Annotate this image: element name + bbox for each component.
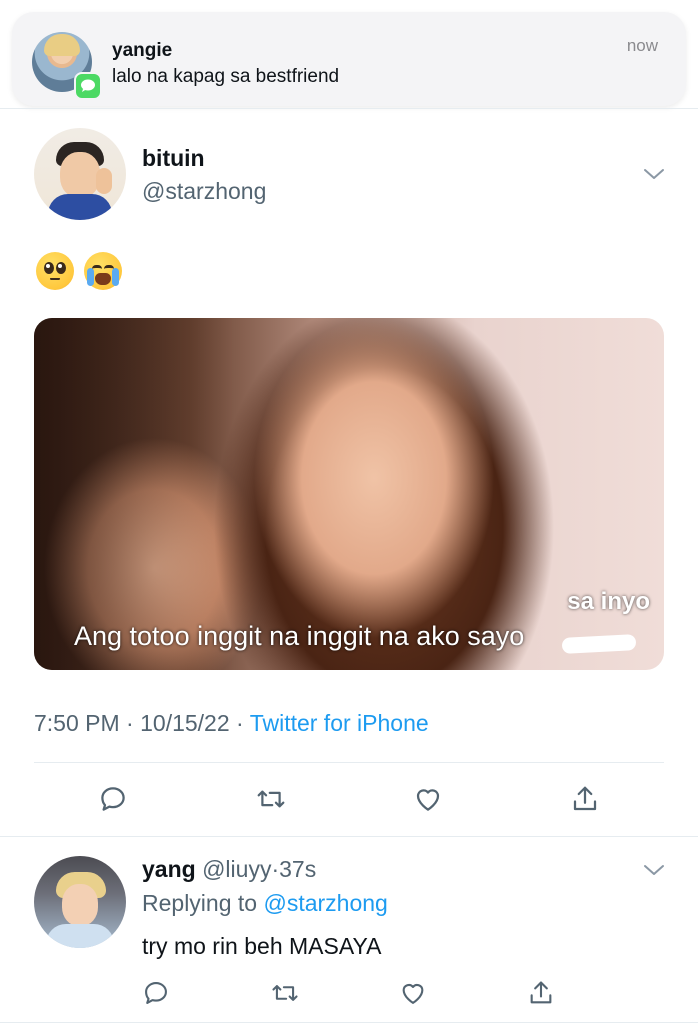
chevron-down-icon[interactable] (642, 164, 666, 189)
reply-icon[interactable] (96, 780, 130, 818)
reply-header: yang @liuyy·37s (142, 856, 316, 883)
divider (0, 836, 698, 837)
crying-face-emoji (84, 252, 122, 290)
share-icon[interactable] (567, 780, 603, 818)
tweet-text (36, 252, 122, 290)
reply-display-name[interactable]: yang (142, 856, 196, 882)
tweet-media-image[interactable]: sa inyo Ang totoo inggit na inggit na ak… (34, 318, 664, 670)
tweet-date: 10/15/22 (140, 710, 230, 736)
replying-prefix: Replying to (142, 890, 258, 916)
chevron-down-icon[interactable] (642, 860, 666, 885)
author-handle[interactable]: @starzhong (142, 178, 266, 205)
author-display-name[interactable]: bituin (142, 145, 205, 172)
replying-to-mention[interactable]: @starzhong (263, 890, 387, 916)
reply-age: 37s (279, 856, 317, 882)
notification-message: lalo na kapag sa bestfriend (112, 66, 340, 87)
notification-banner[interactable]: yangie lalo na kapag sa bestfriend now (12, 12, 686, 106)
reply-handle[interactable]: @liuyy (202, 856, 271, 882)
replying-to-line: Replying to @starzhong (142, 890, 388, 917)
reply-author-avatar[interactable] (34, 856, 126, 948)
media-caption-top: sa inyo (567, 588, 650, 615)
pleading-face-emoji (36, 252, 74, 290)
media-caption: Ang totoo inggit na inggit na ako sayo (74, 621, 525, 651)
author-avatar[interactable] (34, 128, 126, 220)
meta-separator: · (236, 710, 244, 736)
reply-separator: · (271, 856, 280, 882)
heart-icon[interactable] (397, 976, 429, 1010)
notification-time: now (626, 36, 658, 55)
divider (34, 762, 664, 763)
divider (0, 108, 698, 109)
share-icon[interactable] (525, 976, 557, 1010)
notification-sender: yangie (112, 40, 173, 61)
meta-separator: · (126, 710, 134, 736)
tweet-source-link[interactable]: Twitter for iPhone (250, 710, 429, 736)
scribble-overlay (561, 634, 637, 654)
divider (0, 1022, 698, 1023)
heart-icon[interactable] (410, 780, 446, 818)
retweet-icon[interactable] (252, 780, 290, 818)
reply-text: try mo rin beh MASAYA (142, 933, 382, 959)
tweet-meta: 7:50 PM · 10/15/22 · Twitter for iPhone (34, 710, 429, 737)
tweet-time: 7:50 PM (34, 710, 120, 736)
reply-icon[interactable] (140, 976, 172, 1010)
retweet-icon[interactable] (268, 976, 302, 1010)
messages-app-icon (74, 72, 102, 100)
